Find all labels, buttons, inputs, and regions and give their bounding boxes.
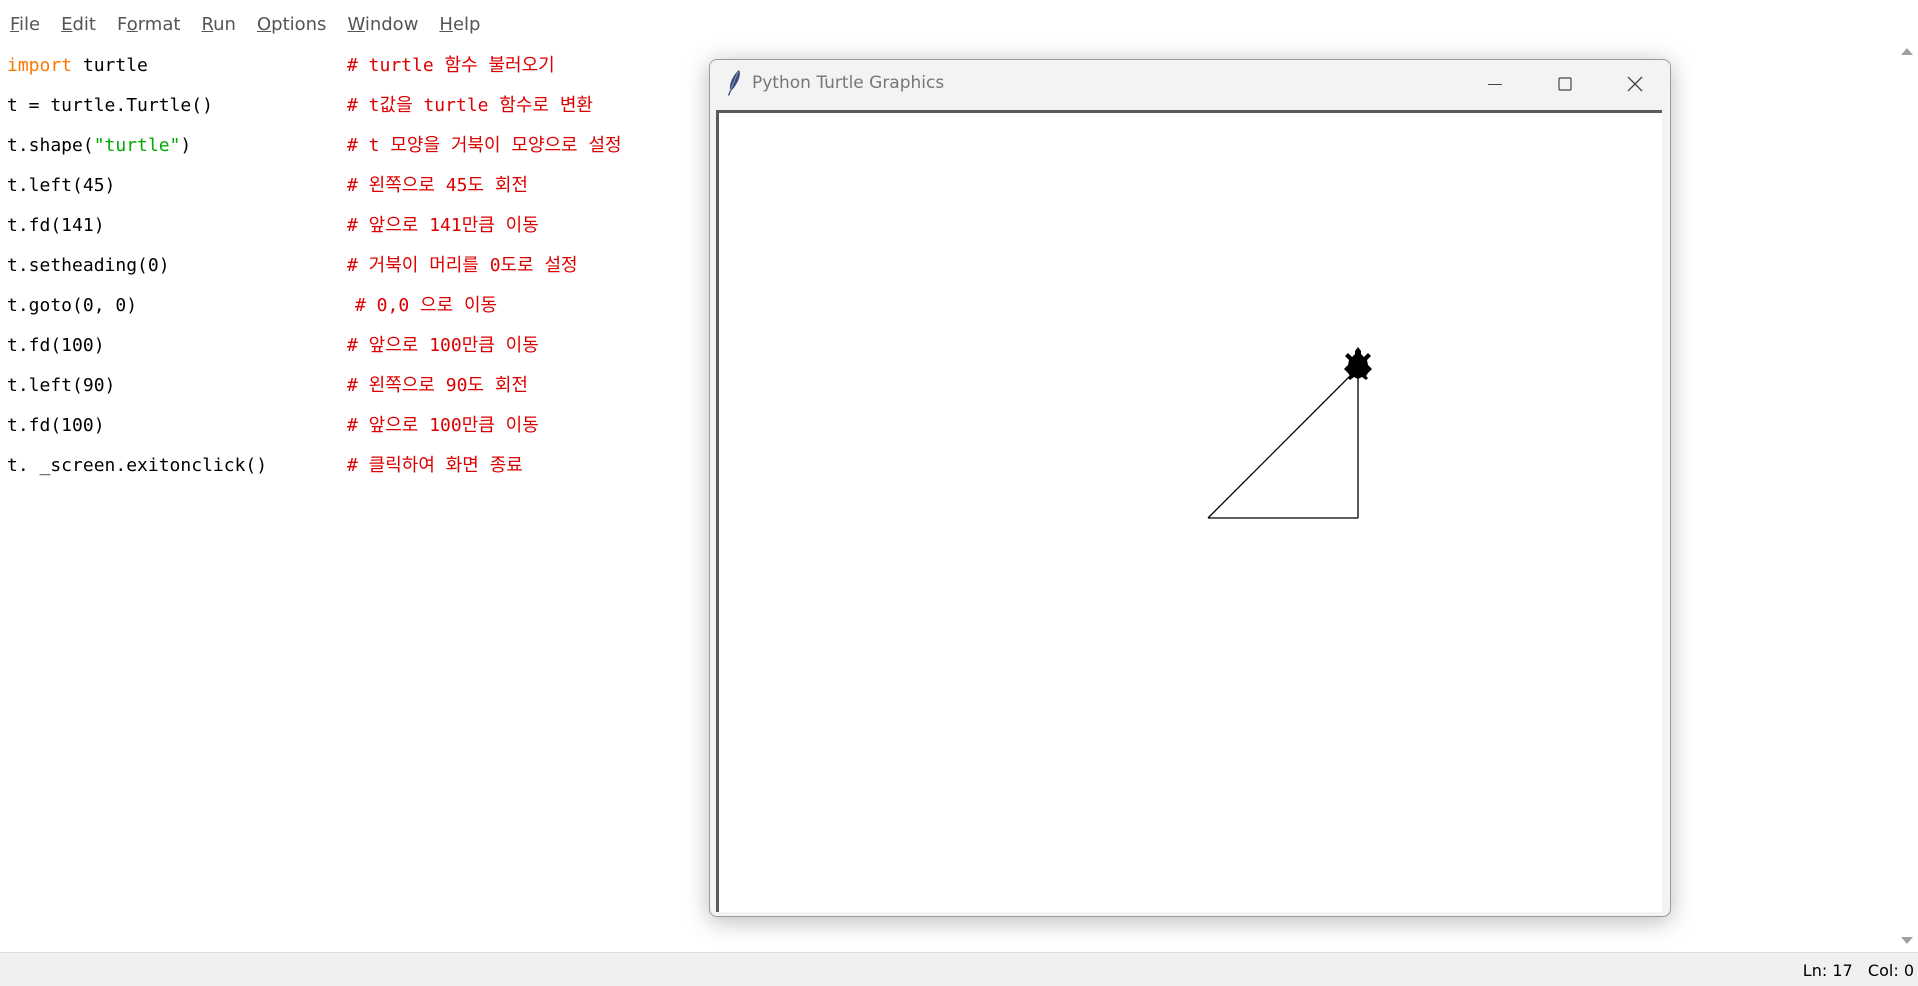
code-keyword: import: [7, 55, 73, 76]
code-text: t.left(90): [7, 375, 116, 396]
menu-window[interactable]: Window: [337, 14, 429, 35]
turtle-canvas[interactable]: [716, 110, 1662, 912]
code-text: t.fd(100): [7, 415, 105, 436]
code-line: t.fd(141): [7, 211, 105, 241]
code-comment: # 왼쪽으로 45도 회전: [347, 175, 528, 196]
code-text: t.shape(: [7, 135, 94, 156]
code-line: t. _screen.exitonclick(): [7, 451, 267, 481]
turtle-drawing: [1207, 347, 1372, 519]
code-comment: # t값을 turtle 함수로 변환: [347, 95, 593, 116]
code-line: t.setheading(0): [7, 251, 170, 281]
code-line: t.goto(0, 0): [7, 291, 137, 321]
code-comment: # 거북이 머리를 0도로 설정: [347, 255, 578, 276]
menu-run[interactable]: Run: [191, 14, 247, 35]
maximize-icon: [1558, 77, 1572, 91]
feather-icon: [728, 70, 740, 96]
cursor-position: Ln: 17 Col: 0: [1802, 961, 1914, 980]
code-text: t.fd(141): [7, 215, 105, 236]
code-line: t.fd(100): [7, 331, 105, 361]
minimize-button[interactable]: [1460, 60, 1530, 108]
turtle-icon: [1344, 347, 1372, 380]
editor-titlebar: [0, 0, 1918, 8]
code-text: t. _screen.exitonclick(): [7, 455, 268, 476]
code-text: t.fd(100): [7, 335, 105, 356]
menu-edit[interactable]: Edit: [51, 14, 107, 35]
maximize-button[interactable]: [1530, 60, 1600, 108]
menu-format[interactable]: Format: [107, 14, 191, 35]
close-button[interactable]: [1600, 60, 1670, 108]
code-text: t.goto(0, 0): [7, 295, 138, 316]
code-line: t = turtle.Turtle(): [7, 91, 213, 121]
code-comment: # 왼쪽으로 90도 회전: [347, 375, 528, 396]
code-text: t.left(45): [7, 175, 116, 196]
turtle-shape: [1344, 347, 1372, 380]
code-line: t.fd(100): [7, 411, 105, 441]
code-line: t.left(90): [7, 371, 115, 401]
code-text: t = turtle.Turtle(): [7, 95, 213, 116]
menu-file[interactable]: File: [0, 14, 51, 35]
turtle-path-segment: [1207, 367, 1359, 519]
code-comment: # 앞으로 141만큼 이동: [347, 215, 539, 236]
close-icon: [1627, 76, 1643, 92]
code-line: import turtle: [7, 51, 148, 81]
code-line: t.shape("turtle"): [7, 131, 191, 161]
status-bar: Ln: 17 Col: 0: [0, 952, 1918, 986]
editor-scrollbar[interactable]: [1896, 40, 1918, 952]
code-comment: # t 모양을 거북이 모양으로 설정: [347, 135, 622, 156]
code-text: ): [180, 135, 192, 156]
code-text: t.setheading(0): [7, 255, 170, 276]
code-text: turtle: [72, 55, 148, 76]
code-comment: # 앞으로 100만큼 이동: [347, 335, 539, 356]
scroll-down-arrow-icon[interactable]: [1901, 937, 1913, 944]
menu-options[interactable]: Options: [247, 14, 337, 35]
code-string: "turtle": [93, 135, 181, 156]
code-comment: # 클릭하여 화면 종료: [347, 455, 523, 476]
minimize-icon: [1488, 84, 1502, 85]
menubar: File Edit Format Run Options Window Help: [0, 8, 1918, 41]
code-comment: # 앞으로 100만큼 이동: [347, 415, 539, 436]
menu-help[interactable]: Help: [429, 14, 491, 35]
code-comment: # 0,0 으로 이동: [355, 295, 498, 316]
turtle-window-title: Python Turtle Graphics: [752, 73, 945, 93]
code-comment: # turtle 함수 불러오기: [347, 55, 555, 76]
turtle-window[interactable]: Python Turtle Graphics: [709, 59, 1671, 917]
turtle-window-titlebar[interactable]: Python Turtle Graphics: [710, 60, 1670, 108]
code-line: t.left(45): [7, 171, 115, 201]
scroll-up-arrow-icon[interactable]: [1901, 48, 1913, 55]
